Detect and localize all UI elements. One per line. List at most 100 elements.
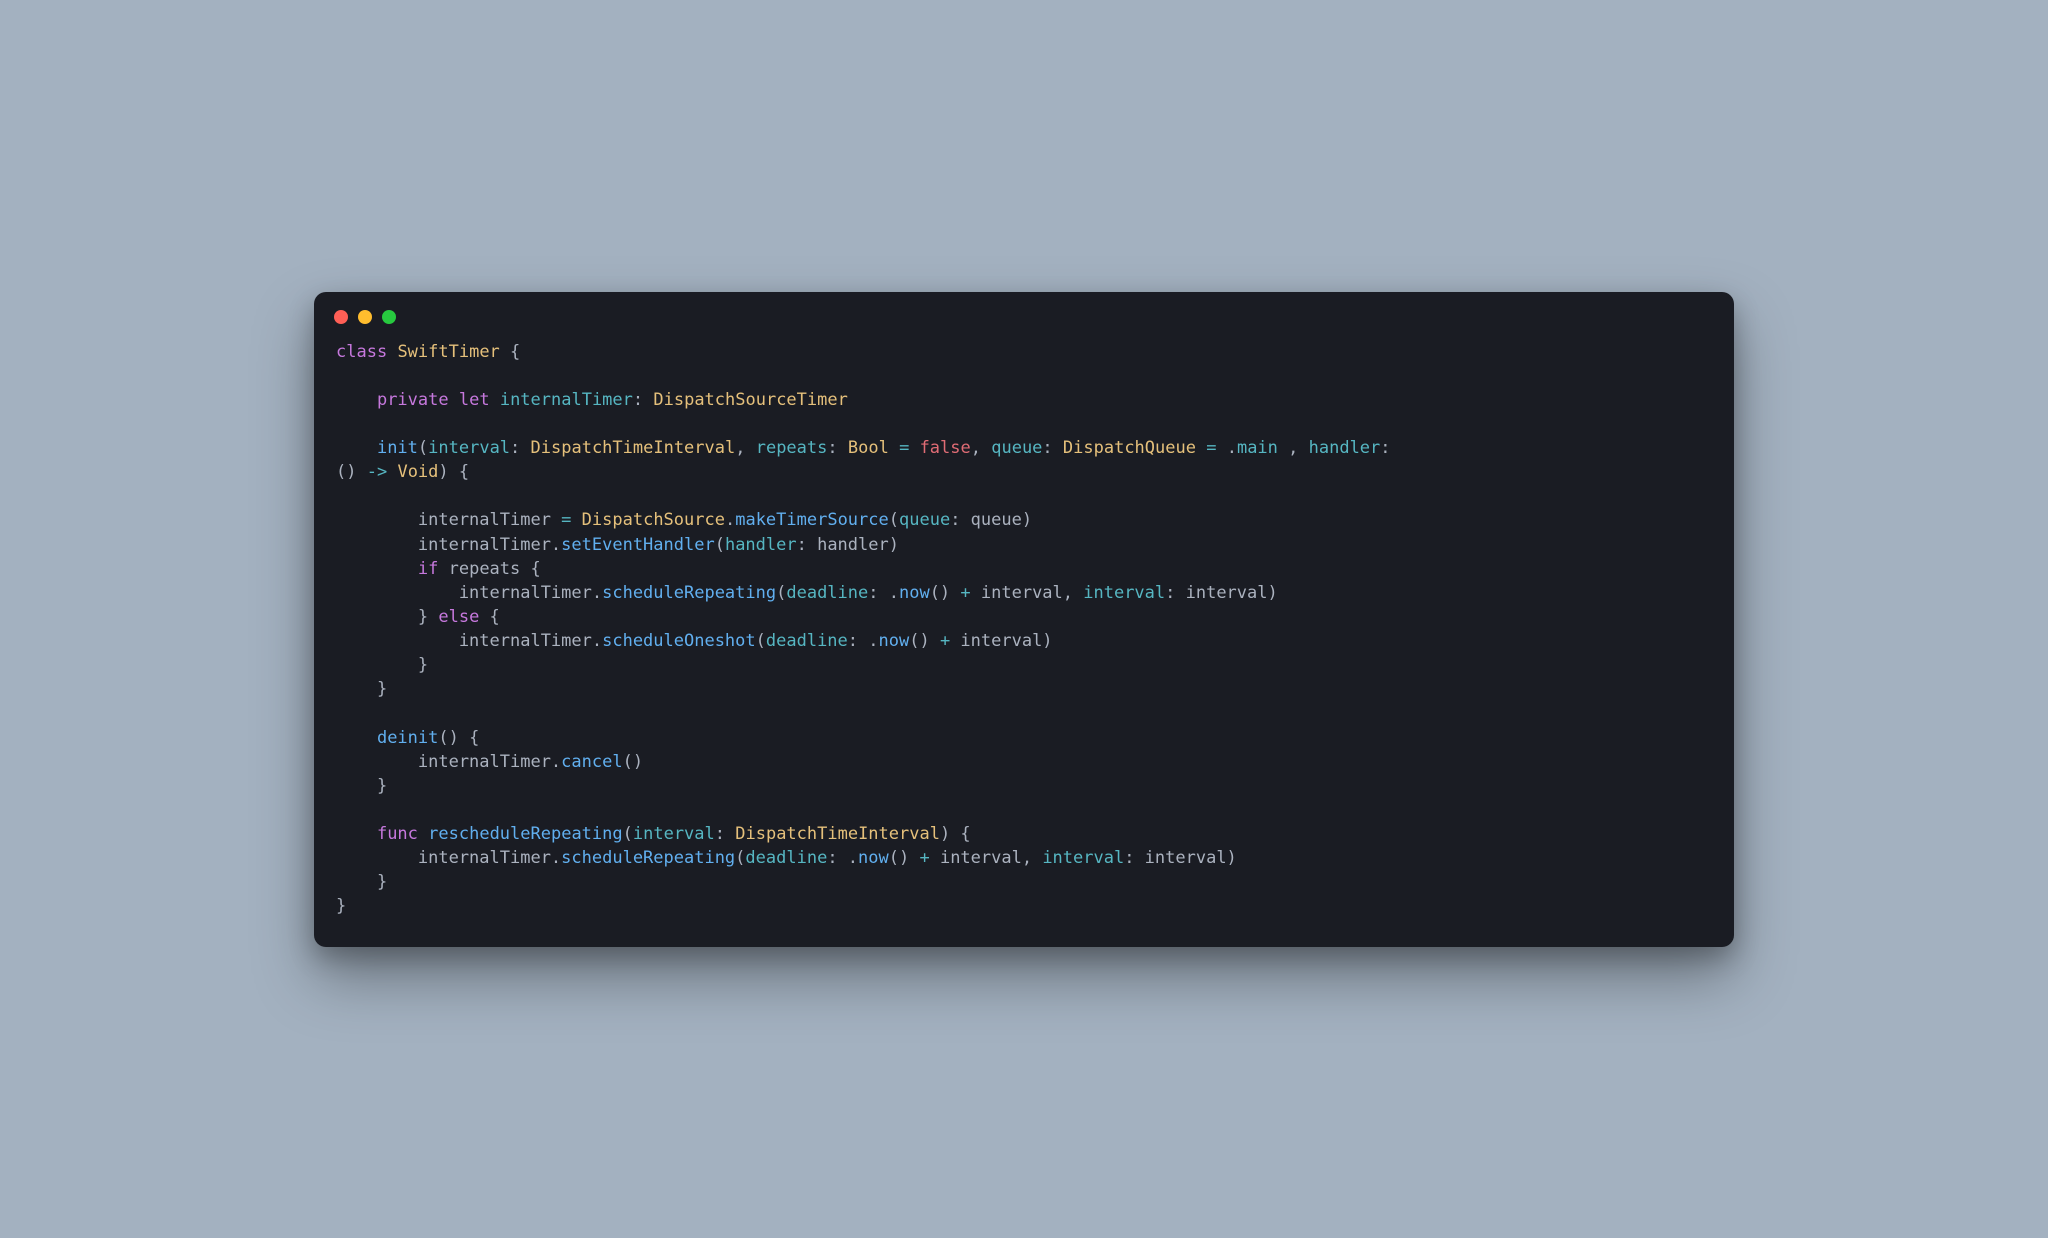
code-token <box>336 559 418 579</box>
code-token <box>1196 438 1206 458</box>
code-token <box>336 824 377 844</box>
code-token: DispatchSourceTimer <box>653 390 847 410</box>
code-token: false <box>920 438 971 458</box>
code-token: = <box>561 510 571 530</box>
code-token: repeats { <box>438 559 540 579</box>
code-token: deinit <box>377 728 438 748</box>
code-content[interactable]: class SwiftTimer { private let internalT… <box>314 334 1734 947</box>
code-token: queue <box>991 438 1042 458</box>
code-token: } <box>336 679 387 699</box>
code-token: deadline <box>786 583 868 603</box>
code-token: + <box>940 631 950 651</box>
code-token: + <box>919 848 929 868</box>
code-token <box>336 703 377 723</box>
code-token <box>909 438 919 458</box>
code-token <box>387 462 397 482</box>
code-token: ( <box>418 438 428 458</box>
code-token: let <box>459 390 490 410</box>
code-token: , <box>1278 438 1309 458</box>
code-token: ( <box>889 510 899 530</box>
code-token: internalTimer. <box>336 848 561 868</box>
code-token: ( <box>735 848 745 868</box>
code-token: { <box>479 607 499 627</box>
code-token <box>336 390 377 410</box>
code-token <box>490 390 500 410</box>
code-token: } <box>336 776 387 796</box>
code-token: queue <box>899 510 950 530</box>
code-token <box>418 824 428 844</box>
code-token: internalTimer <box>336 510 561 530</box>
code-token: = <box>1206 438 1216 458</box>
code-token: else <box>438 607 479 627</box>
code-token: internalTimer <box>500 390 633 410</box>
code-token: ( <box>623 824 633 844</box>
code-token: DispatchTimeInterval <box>531 438 736 458</box>
code-token: () <box>930 583 961 603</box>
code-window: class SwiftTimer { private let internalT… <box>314 292 1734 947</box>
code-token: setEventHandler <box>561 535 715 555</box>
code-token: () <box>623 752 643 772</box>
code-token <box>336 800 377 820</box>
code-token: ( <box>715 535 725 555</box>
code-token: } <box>336 607 438 627</box>
code-token: -> <box>367 462 387 482</box>
code-token: internalTimer. <box>336 631 602 651</box>
code-token: : handler) <box>797 535 899 555</box>
code-token: : . <box>868 583 899 603</box>
code-token: handler <box>1309 438 1381 458</box>
code-token: ) { <box>438 462 469 482</box>
code-token: } <box>336 872 387 892</box>
code-token: , <box>735 438 755 458</box>
close-icon[interactable] <box>334 310 348 324</box>
window-titlebar <box>314 292 1734 334</box>
code-token: () { <box>438 728 479 748</box>
code-token: interval <box>1083 583 1165 603</box>
code-token <box>336 486 418 506</box>
zoom-icon[interactable] <box>382 310 396 324</box>
code-token: func <box>377 824 418 844</box>
code-token: interval <box>633 824 715 844</box>
code-token: : interval) <box>1124 848 1237 868</box>
code-token: interval, <box>930 848 1043 868</box>
code-token: () <box>889 848 920 868</box>
code-token <box>387 342 397 362</box>
code-token: : interval) <box>1165 583 1278 603</box>
code-token <box>336 728 377 748</box>
code-token <box>889 438 899 458</box>
code-token: now <box>899 583 930 603</box>
code-token: + <box>960 583 970 603</box>
code-token: : . <box>848 631 879 651</box>
code-token: now <box>858 848 889 868</box>
code-token: { <box>500 342 520 362</box>
code-token: () <box>336 462 367 482</box>
code-token: interval <box>1042 848 1124 868</box>
code-token: now <box>879 631 910 651</box>
code-token: internalTimer. <box>336 752 561 772</box>
code-token: DispatchQueue <box>1063 438 1196 458</box>
code-token: interval) <box>950 631 1052 651</box>
minimize-icon[interactable] <box>358 310 372 324</box>
code-token: . <box>725 510 735 530</box>
code-token: ) { <box>940 824 971 844</box>
code-token: = <box>899 438 909 458</box>
code-token: DispatchSource <box>582 510 725 530</box>
code-token: main <box>1237 438 1278 458</box>
code-token: rescheduleRepeating <box>428 824 622 844</box>
code-token: repeats <box>756 438 828 458</box>
code-token <box>336 414 377 434</box>
code-token: init <box>377 438 418 458</box>
code-token: handler <box>725 535 797 555</box>
code-token <box>571 510 581 530</box>
code-token: : . <box>827 848 858 868</box>
code-token: ( <box>756 631 766 651</box>
code-token: } <box>336 655 428 675</box>
code-token: Bool <box>848 438 889 458</box>
code-token: internalTimer. <box>336 535 561 555</box>
code-token: : <box>633 390 653 410</box>
code-token: . <box>1216 438 1236 458</box>
code-token: : queue) <box>950 510 1032 530</box>
code-token: } <box>336 896 346 916</box>
code-token: if <box>418 559 438 579</box>
code-token: deadline <box>745 848 827 868</box>
code-token: scheduleOneshot <box>602 631 756 651</box>
